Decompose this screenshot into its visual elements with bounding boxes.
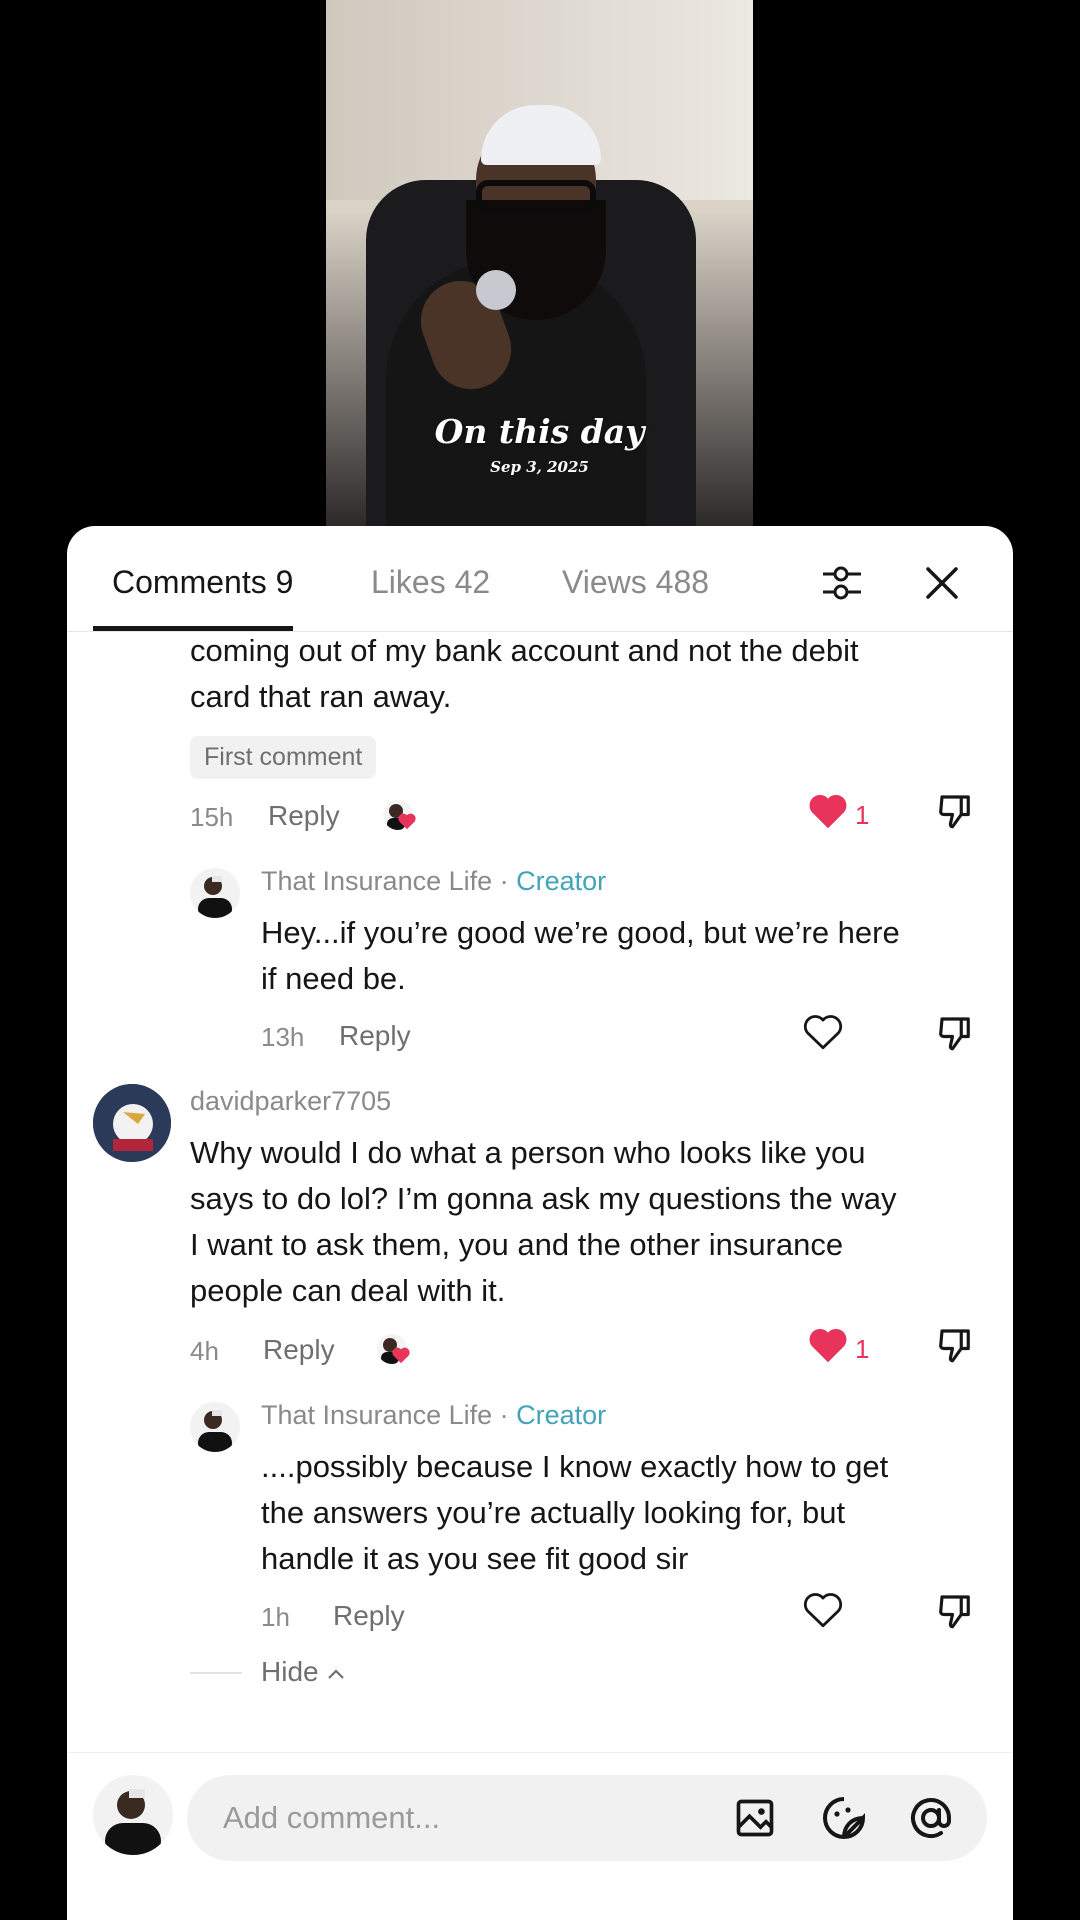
image-icon[interactable]: [733, 1796, 777, 1840]
sticker-icon[interactable]: [820, 1794, 868, 1842]
tab-likes[interactable]: Likes 42: [371, 564, 490, 601]
add-comment-input[interactable]: [223, 1793, 703, 1843]
my-avatar[interactable]: [93, 1775, 173, 1855]
filter-icon[interactable]: [819, 560, 865, 606]
username[interactable]: That Insurance Life: [261, 1400, 492, 1430]
comment-time: 15h: [190, 802, 234, 832]
like-count: 1: [855, 1334, 870, 1364]
hide-replies-button[interactable]: Hide: [261, 1656, 346, 1688]
video-mic: [476, 270, 516, 310]
video-preview[interactable]: On this day Sep 3, 2025: [326, 0, 753, 530]
video-overlay-date: Sep 3, 2025: [490, 458, 589, 476]
like-count: 1: [855, 800, 870, 830]
tab-comments[interactable]: Comments 9: [112, 564, 293, 601]
creator-label: Creator: [516, 1400, 607, 1430]
tab-bar: Comments 9 Likes 42 Views 488: [67, 526, 1013, 632]
dislike-icon[interactable]: [935, 1012, 977, 1054]
video-glasses: [476, 180, 596, 214]
close-icon[interactable]: [919, 560, 965, 606]
dislike-icon[interactable]: [935, 790, 977, 832]
heart-outline-icon[interactable]: [802, 1590, 844, 1630]
comment-text: people can deal with it.: [190, 1273, 506, 1308]
reply-time: 13h: [261, 1022, 305, 1052]
comment-input-bar: [67, 1752, 1013, 1920]
active-tab-indicator: [93, 626, 293, 631]
reply-text: ....possibly because I know exactly how …: [261, 1449, 889, 1484]
reply-text: if need be.: [261, 961, 406, 996]
heart-filled-icon[interactable]: [807, 792, 849, 830]
creator-heart-icon: [398, 813, 416, 830]
reply-time: 1h: [261, 1602, 290, 1632]
reply-username-line[interactable]: That Insurance Life · Creator: [261, 866, 606, 897]
avatar[interactable]: [190, 1402, 240, 1452]
comment-text: card that ran away.: [190, 679, 452, 714]
avatar[interactable]: [93, 1084, 171, 1162]
heart-outline-icon[interactable]: [802, 1012, 844, 1052]
reply-button[interactable]: Reply: [263, 1334, 335, 1366]
reply-text: the answers you’re actually looking for,…: [261, 1495, 846, 1530]
avatar[interactable]: [190, 868, 240, 918]
comment-text: coming out of my bank account and not th…: [190, 633, 859, 668]
username[interactable]: davidparker7705: [190, 1086, 391, 1117]
hide-divider: [190, 1672, 242, 1674]
comments-sheet: Comments 9 Likes 42 Views 488 coming out…: [67, 526, 1013, 1920]
reply-username-line[interactable]: That Insurance Life · Creator: [261, 1400, 606, 1431]
dislike-icon[interactable]: [935, 1324, 977, 1366]
video-overlay-title: On this day: [434, 412, 645, 451]
creator-label: Creator: [516, 866, 607, 896]
comment-text: Why would I do what a person who looks l…: [190, 1135, 866, 1170]
hide-label: Hide: [261, 1656, 319, 1687]
username[interactable]: That Insurance Life: [261, 866, 492, 896]
reply-button[interactable]: Reply: [333, 1600, 405, 1632]
comment-input-container[interactable]: [187, 1775, 987, 1861]
mention-icon[interactable]: [907, 1794, 955, 1842]
reply-text: handle it as you see fit good sir: [261, 1541, 689, 1576]
first-comment-badge: First comment: [190, 736, 377, 779]
heart-filled-icon[interactable]: [807, 1326, 849, 1364]
comment-text: I want to ask them, you and the other in…: [190, 1227, 844, 1262]
chevron-up-icon: [328, 1669, 345, 1679]
creator-heart-icon: [392, 1347, 410, 1364]
comment-time: 4h: [190, 1336, 219, 1366]
reply-text: Hey...if you’re good we’re good, but we’…: [261, 915, 900, 950]
dislike-icon[interactable]: [935, 1590, 977, 1632]
reply-button[interactable]: Reply: [339, 1020, 411, 1052]
tab-views[interactable]: Views 488: [562, 564, 709, 601]
comment-text: says to do lol? I’m gonna ask my questio…: [190, 1181, 897, 1216]
reply-button[interactable]: Reply: [268, 800, 340, 832]
comment-list[interactable]: coming out of my bank account and not th…: [67, 632, 1013, 1752]
